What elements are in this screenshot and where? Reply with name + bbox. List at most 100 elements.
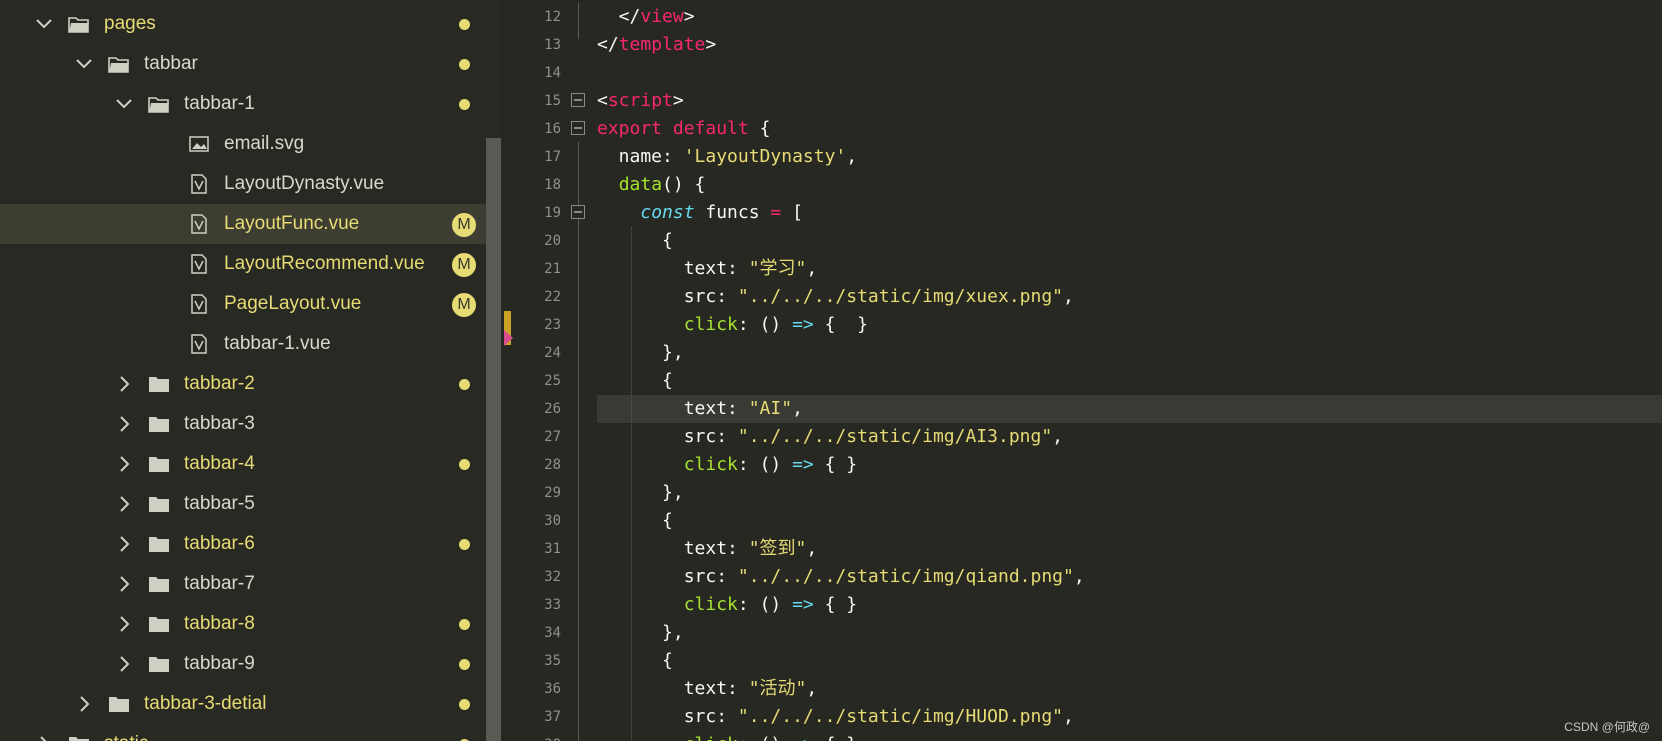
code-line[interactable]: 34 },: [501, 619, 1662, 647]
code-text[interactable]: text: "活动",: [597, 675, 818, 703]
tree-file[interactable]: tabbar-1.vue: [0, 324, 486, 364]
code-text[interactable]: },: [597, 479, 684, 507]
folder-open-icon: [68, 14, 90, 34]
tree-folder[interactable]: tabbar-9: [0, 644, 486, 684]
code-line[interactable]: 19 const funcs = [: [501, 199, 1662, 227]
chevron-right-icon[interactable]: [114, 654, 134, 674]
line-number: 35: [544, 653, 561, 669]
modified-dot-icon: [459, 539, 470, 550]
code-line[interactable]: 26 text: "AI",: [501, 395, 1662, 423]
code-text[interactable]: text: "学习",: [597, 255, 818, 283]
tree-file[interactable]: LayoutDynasty.vue: [0, 164, 486, 204]
code-line[interactable]: 12 </view>: [501, 3, 1662, 31]
code-line[interactable]: 29 },: [501, 479, 1662, 507]
modified-dot-icon: [459, 659, 470, 670]
chevron-right-icon[interactable]: [114, 614, 134, 634]
line-number: 30: [544, 513, 561, 529]
tree-folder[interactable]: tabbar-7: [0, 564, 486, 604]
code-line[interactable]: 21 text: "学习",: [501, 255, 1662, 283]
code-text[interactable]: data() {: [597, 171, 706, 199]
code-line[interactable]: 28 click: () => { }: [501, 451, 1662, 479]
code-line[interactable]: 14: [501, 59, 1662, 87]
chevron-right-icon[interactable]: [114, 494, 134, 514]
code-text[interactable]: <script>: [597, 87, 684, 115]
code-line[interactable]: 23 click: () => { }: [501, 311, 1662, 339]
code-text[interactable]: {: [597, 367, 673, 395]
tree-folder[interactable]: tabbar-3: [0, 404, 486, 444]
chevron-right-icon[interactable]: [114, 454, 134, 474]
tree-folder[interactable]: tabbar: [0, 44, 486, 84]
code-editor[interactable]: 12 </view> 13 </template> 14 15 <script> 16 exp…: [501, 0, 1662, 741]
code-text[interactable]: </view>: [597, 3, 695, 31]
modified-dot-icon: [459, 699, 470, 710]
code-text[interactable]: click: () => { }: [597, 451, 857, 479]
code-line[interactable]: 16 export default {: [501, 115, 1662, 143]
code-line[interactable]: 13 </template>: [501, 31, 1662, 59]
code-text[interactable]: src: "../../../static/img/HUOD.png",: [597, 703, 1074, 731]
chevron-right-icon[interactable]: [74, 694, 94, 714]
tree-item-label: tabbar-1: [184, 93, 255, 114]
code-line[interactable]: 18 data() {: [501, 171, 1662, 199]
chevron-right-icon[interactable]: [114, 574, 134, 594]
chevron-right-icon[interactable]: [114, 374, 134, 394]
code-line[interactable]: 30 {: [501, 507, 1662, 535]
tree-folder[interactable]: tabbar-6: [0, 524, 486, 564]
code-line[interactable]: 35 {: [501, 647, 1662, 675]
code-text[interactable]: {: [597, 227, 673, 255]
code-text[interactable]: click: () => { }: [597, 311, 868, 339]
chevron-down-icon[interactable]: [74, 54, 94, 74]
sidebar-scrollbar[interactable]: [486, 138, 501, 741]
tree-folder[interactable]: tabbar-4: [0, 444, 486, 484]
fold-minus-icon[interactable]: [571, 205, 585, 219]
tree-item-label: tabbar-3-detial: [144, 693, 267, 714]
chevron-right-icon[interactable]: [34, 734, 54, 741]
tree-file[interactable]: email.svg: [0, 124, 486, 164]
code-text[interactable]: name: 'LayoutDynasty',: [597, 143, 857, 171]
code-line[interactable]: 27 src: "../../../static/img/AI3.png",: [501, 423, 1662, 451]
tree-folder[interactable]: tabbar-2: [0, 364, 486, 404]
chevron-down-icon[interactable]: [34, 14, 54, 34]
code-text[interactable]: click: () => { }: [597, 591, 857, 619]
code-text[interactable]: },: [597, 339, 684, 367]
tree-file[interactable]: PageLayout.vue M: [0, 284, 486, 324]
code-line[interactable]: 22 src: "../../../static/img/xuex.png",: [501, 283, 1662, 311]
modified-dot-icon: [459, 619, 470, 630]
code-text[interactable]: const funcs = [: [597, 199, 803, 227]
code-text[interactable]: src: "../../../static/img/xuex.png",: [597, 283, 1074, 311]
code-text[interactable]: text: "签到",: [597, 535, 818, 563]
code-text[interactable]: {: [597, 647, 673, 675]
code-text[interactable]: export default {: [597, 115, 770, 143]
tree-folder[interactable]: tabbar-5: [0, 484, 486, 524]
code-line[interactable]: 20 {: [501, 227, 1662, 255]
code-text[interactable]: </template>: [597, 31, 716, 59]
tree-folder[interactable]: static: [0, 724, 486, 741]
code-line[interactable]: 24 },: [501, 339, 1662, 367]
tree-folder[interactable]: tabbar-1: [0, 84, 486, 124]
code-line[interactable]: 37 src: "../../../static/img/HUOD.png",: [501, 703, 1662, 731]
code-text[interactable]: src: "../../../static/img/AI3.png",: [597, 423, 1063, 451]
tree-folder[interactable]: tabbar-8: [0, 604, 486, 644]
chevron-right-icon[interactable]: [114, 414, 134, 434]
tree-folder[interactable]: tabbar-3-detial: [0, 684, 486, 724]
tree-folder[interactable]: pages: [0, 4, 486, 44]
code-line[interactable]: 33 click: () => { }: [501, 591, 1662, 619]
fold-minus-icon[interactable]: [571, 121, 585, 135]
code-line[interactable]: 31 text: "签到",: [501, 535, 1662, 563]
chevron-down-icon[interactable]: [114, 94, 134, 114]
code-line[interactable]: 25 {: [501, 367, 1662, 395]
tree-file[interactable]: LayoutFunc.vue M: [0, 204, 486, 244]
code-line[interactable]: 32 src: "../../../static/img/qiand.png",: [501, 563, 1662, 591]
code-text[interactable]: },: [597, 619, 684, 647]
code-line[interactable]: 15 <script>: [501, 87, 1662, 115]
folder-icon: [148, 614, 170, 634]
tree-file[interactable]: LayoutRecommend.vue M: [0, 244, 486, 284]
code-line[interactable]: 17 name: 'LayoutDynasty',: [501, 143, 1662, 171]
code-text[interactable]: text: "AI",: [597, 395, 803, 423]
code-text[interactable]: {: [597, 507, 673, 535]
code-text[interactable]: click: () => { }: [597, 731, 857, 741]
code-text[interactable]: src: "../../../static/img/qiand.png",: [597, 563, 1085, 591]
fold-minus-icon[interactable]: [571, 93, 585, 107]
chevron-right-icon[interactable]: [114, 534, 134, 554]
code-line[interactable]: 36 text: "活动",: [501, 675, 1662, 703]
code-line[interactable]: 38 click: () => { }: [501, 731, 1662, 741]
